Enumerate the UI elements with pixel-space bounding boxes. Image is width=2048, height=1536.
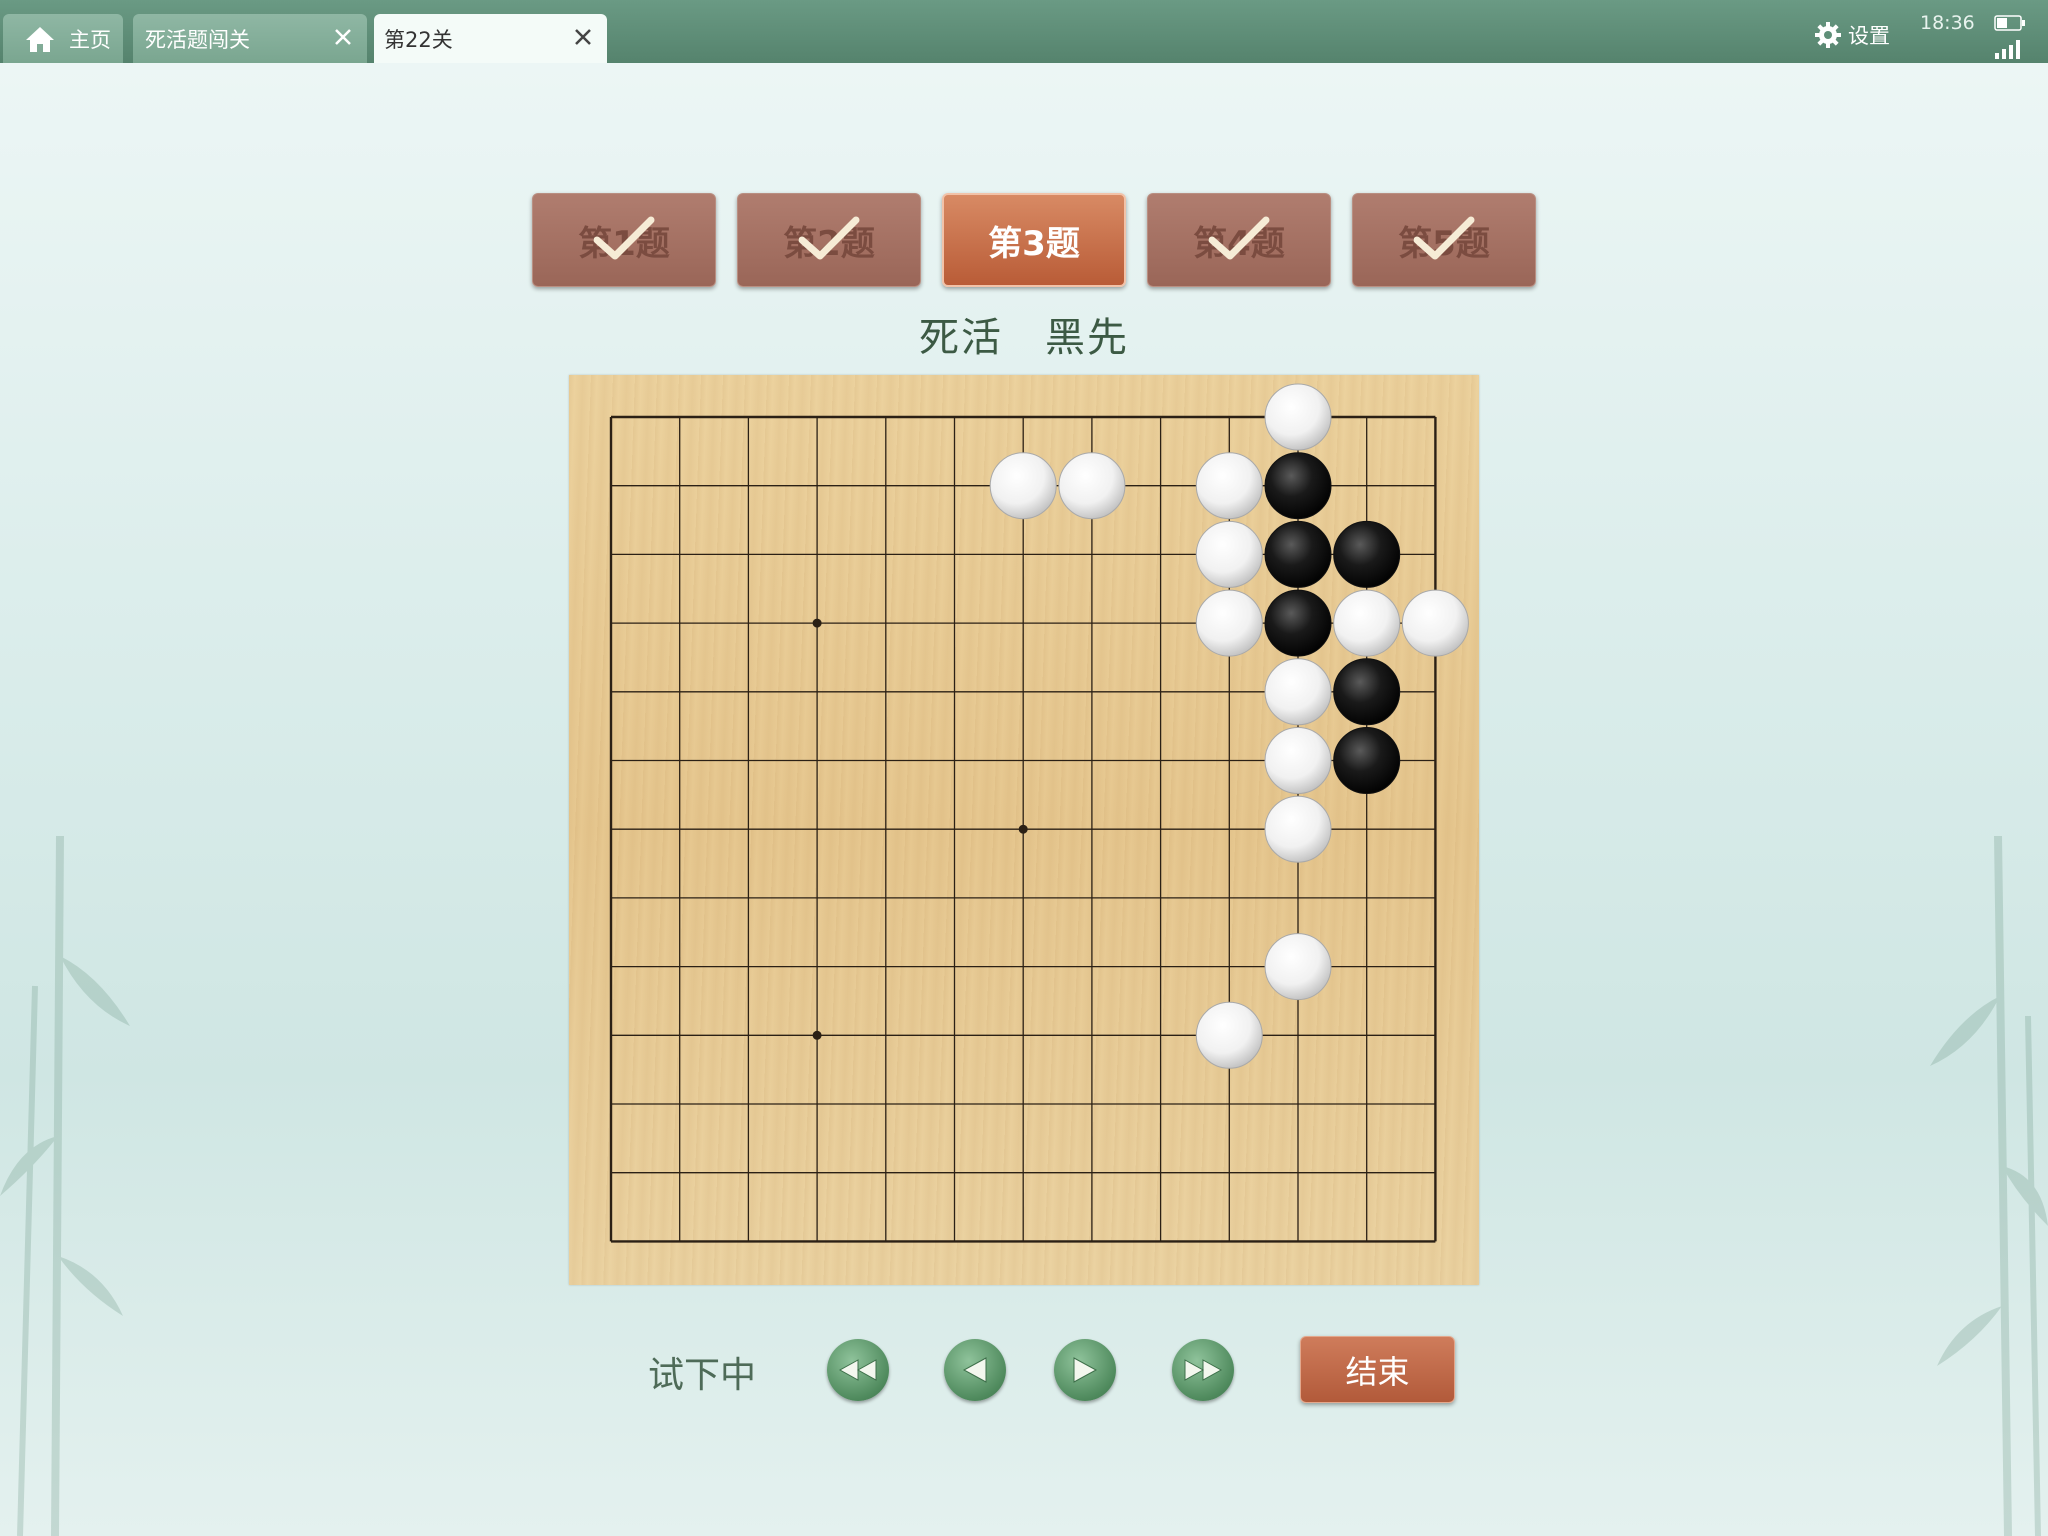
settings-button[interactable]: 设置 <box>1814 20 1890 50</box>
tab-life-death-challenge[interactable]: 死活题闯关 <box>133 14 367 63</box>
white-stone <box>989 452 1057 520</box>
go-board[interactable] <box>569 375 1479 1285</box>
clock: 18:36 <box>1920 12 1975 34</box>
tab-home-label: 主页 <box>69 27 111 52</box>
top-bar: 主页 死活题闯关 第22关 设置 18:36 <box>0 0 2048 63</box>
checkmark-icon <box>1208 216 1270 260</box>
checkmark-icon <box>593 216 655 260</box>
checkmark-icon <box>798 216 860 260</box>
white-stone <box>1195 589 1263 657</box>
white-stone <box>1195 452 1263 520</box>
tab-life-death-challenge-label: 死活题闯关 <box>145 27 250 52</box>
problem-button-4[interactable]: 第4题 <box>1147 193 1331 287</box>
black-stone <box>1333 727 1401 794</box>
tab-level-22[interactable]: 第22关 <box>374 14 607 63</box>
gear-icon <box>1815 22 1841 48</box>
tab-level-22-label: 第22关 <box>384 27 453 52</box>
rewind-to-start-icon <box>838 1359 877 1381</box>
white-stone <box>1058 452 1126 520</box>
problem-button-3[interactable]: 第3题 <box>942 193 1126 287</box>
previous-move-button[interactable] <box>944 1339 1006 1401</box>
first-move-button[interactable] <box>827 1339 889 1401</box>
board-grid[interactable] <box>569 375 1479 1285</box>
star-point <box>1018 824 1028 834</box>
star-point <box>812 1030 822 1040</box>
close-icon[interactable] <box>331 25 355 49</box>
black-stone <box>1264 589 1332 657</box>
black-stone <box>1264 520 1332 588</box>
signal-icon <box>1995 40 2020 59</box>
problem-button-2[interactable]: 第2题 <box>737 193 921 287</box>
problem-button-1[interactable]: 第1题 <box>532 193 716 287</box>
white-stone <box>1264 933 1332 1001</box>
close-icon[interactable] <box>571 25 595 49</box>
white-stone <box>1264 795 1332 863</box>
fast-forward-to-end-icon <box>1184 1359 1223 1381</box>
checkmark-icon <box>1413 216 1475 260</box>
last-move-button[interactable] <box>1172 1339 1234 1401</box>
problem-button-5[interactable]: 第5题 <box>1352 193 1536 287</box>
problem-subtitle: 死活 黑先 <box>919 315 1129 361</box>
white-stone <box>1195 1001 1263 1069</box>
black-stone <box>1264 452 1332 520</box>
tab-home[interactable]: 主页 <box>3 14 123 63</box>
settings-label: 设置 <box>1848 24 1890 48</box>
trial-mode-status: 试下中 <box>648 1355 757 1396</box>
next-move-button[interactable] <box>1054 1339 1116 1401</box>
star-point <box>812 618 822 628</box>
battery-icon <box>1994 15 2025 31</box>
white-stone <box>1264 727 1332 794</box>
white-stone <box>1264 658 1332 726</box>
white-stone <box>1195 520 1263 588</box>
home-icon <box>26 26 54 52</box>
bamboo-decoration-left <box>0 836 130 1536</box>
problem-button-label: 第3题 <box>988 223 1080 264</box>
white-stone <box>1333 589 1401 657</box>
end-button[interactable]: 结束 <box>1300 1336 1455 1403</box>
black-stone <box>1333 520 1401 588</box>
white-stone <box>1264 383 1332 451</box>
step-forward-icon <box>1073 1357 1098 1383</box>
black-stone <box>1333 658 1401 726</box>
white-stone <box>1401 589 1469 657</box>
step-back-icon <box>962 1357 987 1383</box>
bamboo-decoration-right <box>1930 836 2048 1536</box>
